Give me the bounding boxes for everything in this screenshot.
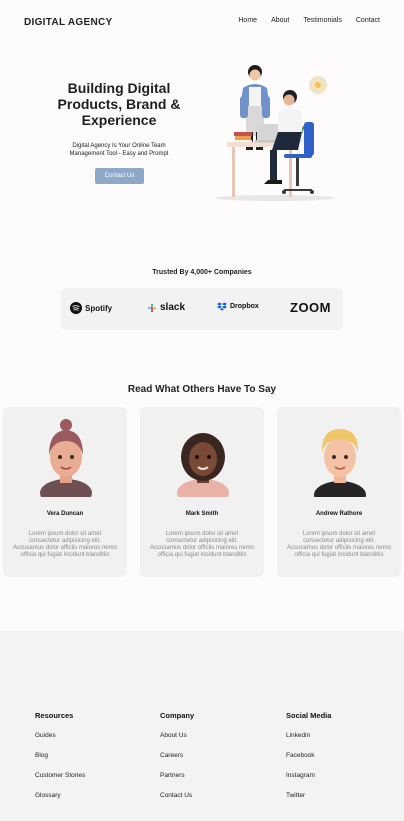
testimonial-text: Lorem ipsum dolor sit amet consectetur a… bbox=[150, 531, 254, 558]
testimonial-text: Lorem ipsum dolor sit amet consectetur a… bbox=[287, 531, 391, 558]
testimonial-name: Mark Smith bbox=[185, 511, 219, 517]
brand-zoom-label: zoom bbox=[290, 300, 331, 315]
nav-about[interactable]: About bbox=[271, 17, 289, 24]
footer-heading: Social Media bbox=[286, 711, 332, 720]
footer-column-social: Social Media Linkedin Facebook Instagram… bbox=[286, 711, 331, 812]
avatar bbox=[40, 419, 92, 497]
testimonial-card: Andrew Rathore Lorem ipsum dolor sit ame… bbox=[277, 407, 401, 577]
trusted-title: Trusted By 4,000+ Companies bbox=[152, 269, 252, 276]
footer-link[interactable]: Twitter bbox=[286, 792, 331, 812]
footer-link[interactable]: Guides bbox=[35, 732, 85, 752]
nav-links: Home About Testimonials Contact bbox=[238, 17, 380, 24]
brand-dropbox-label: Dropbox bbox=[230, 303, 259, 310]
slack-icon bbox=[148, 303, 156, 312]
nav-contact[interactable]: Contact bbox=[356, 17, 380, 24]
brand-dropbox: Dropbox bbox=[217, 302, 259, 311]
footer: Resources Guides Blog Customer Stories G… bbox=[0, 631, 404, 821]
hero-title: Building Digital Products, Brand & Exper… bbox=[57, 80, 181, 128]
spotify-icon bbox=[70, 302, 82, 314]
brand-slack-label: slack bbox=[160, 302, 186, 313]
dropbox-icon bbox=[217, 302, 227, 311]
footer-link[interactable]: Glossary bbox=[35, 792, 85, 812]
site-logo[interactable]: DIGITAL AGENCY bbox=[24, 17, 112, 28]
testimonial-name: Vera Duncan bbox=[46, 511, 84, 517]
testimonial-name: Andrew Rathore bbox=[315, 511, 363, 517]
testimonial-card: Mark Smith Lorem ipsum dolor sit amet co… bbox=[140, 407, 264, 577]
footer-link[interactable]: Partners bbox=[160, 772, 194, 792]
avatar bbox=[177, 433, 229, 497]
testimonial-card: Vera Duncan Lorem ipsum dolor sit amet c… bbox=[3, 407, 127, 577]
footer-link[interactable]: Careers bbox=[160, 752, 194, 772]
footer-link[interactable]: Instagram bbox=[286, 772, 331, 792]
footer-link[interactable]: Blog bbox=[35, 752, 85, 772]
brand-zoom: zoom bbox=[290, 300, 331, 315]
footer-link[interactable]: Linkedin bbox=[286, 732, 331, 752]
contact-us-button[interactable]: Contact Us bbox=[95, 168, 144, 184]
avatar bbox=[314, 429, 366, 497]
footer-link[interactable]: About Us bbox=[160, 732, 194, 752]
company-logos: Spotify slack Dropbox zoom bbox=[61, 288, 343, 330]
footer-heading: Company bbox=[160, 711, 195, 720]
brand-slack: slack bbox=[147, 302, 185, 313]
testimonials-title: Read What Others Have To Say bbox=[127, 384, 277, 395]
brand-spotify: Spotify bbox=[70, 302, 112, 314]
footer-link[interactable]: Contact Us bbox=[160, 792, 194, 812]
footer-column-resources: Resources Guides Blog Customer Stories G… bbox=[35, 711, 85, 812]
hero-illustration bbox=[215, 65, 335, 201]
footer-column-company: Company About Us Careers Partners Contac… bbox=[160, 711, 194, 812]
footer-link[interactable]: Facebook bbox=[286, 752, 331, 772]
testimonial-text: Lorem ipsum dolor sit amet consectetur a… bbox=[13, 531, 117, 558]
nav-home[interactable]: Home bbox=[238, 17, 257, 24]
footer-link[interactable]: Customer Stories bbox=[35, 772, 85, 792]
brand-spotify-label: Spotify bbox=[85, 303, 113, 313]
footer-heading: Resources bbox=[35, 711, 74, 720]
hero-subtitle: Digital Agency Is Your Online Team Manag… bbox=[69, 143, 169, 157]
top-nav: DIGITAL AGENCY Home About Testimonials C… bbox=[0, 0, 404, 44]
nav-testimonials[interactable]: Testimonials bbox=[303, 17, 342, 24]
